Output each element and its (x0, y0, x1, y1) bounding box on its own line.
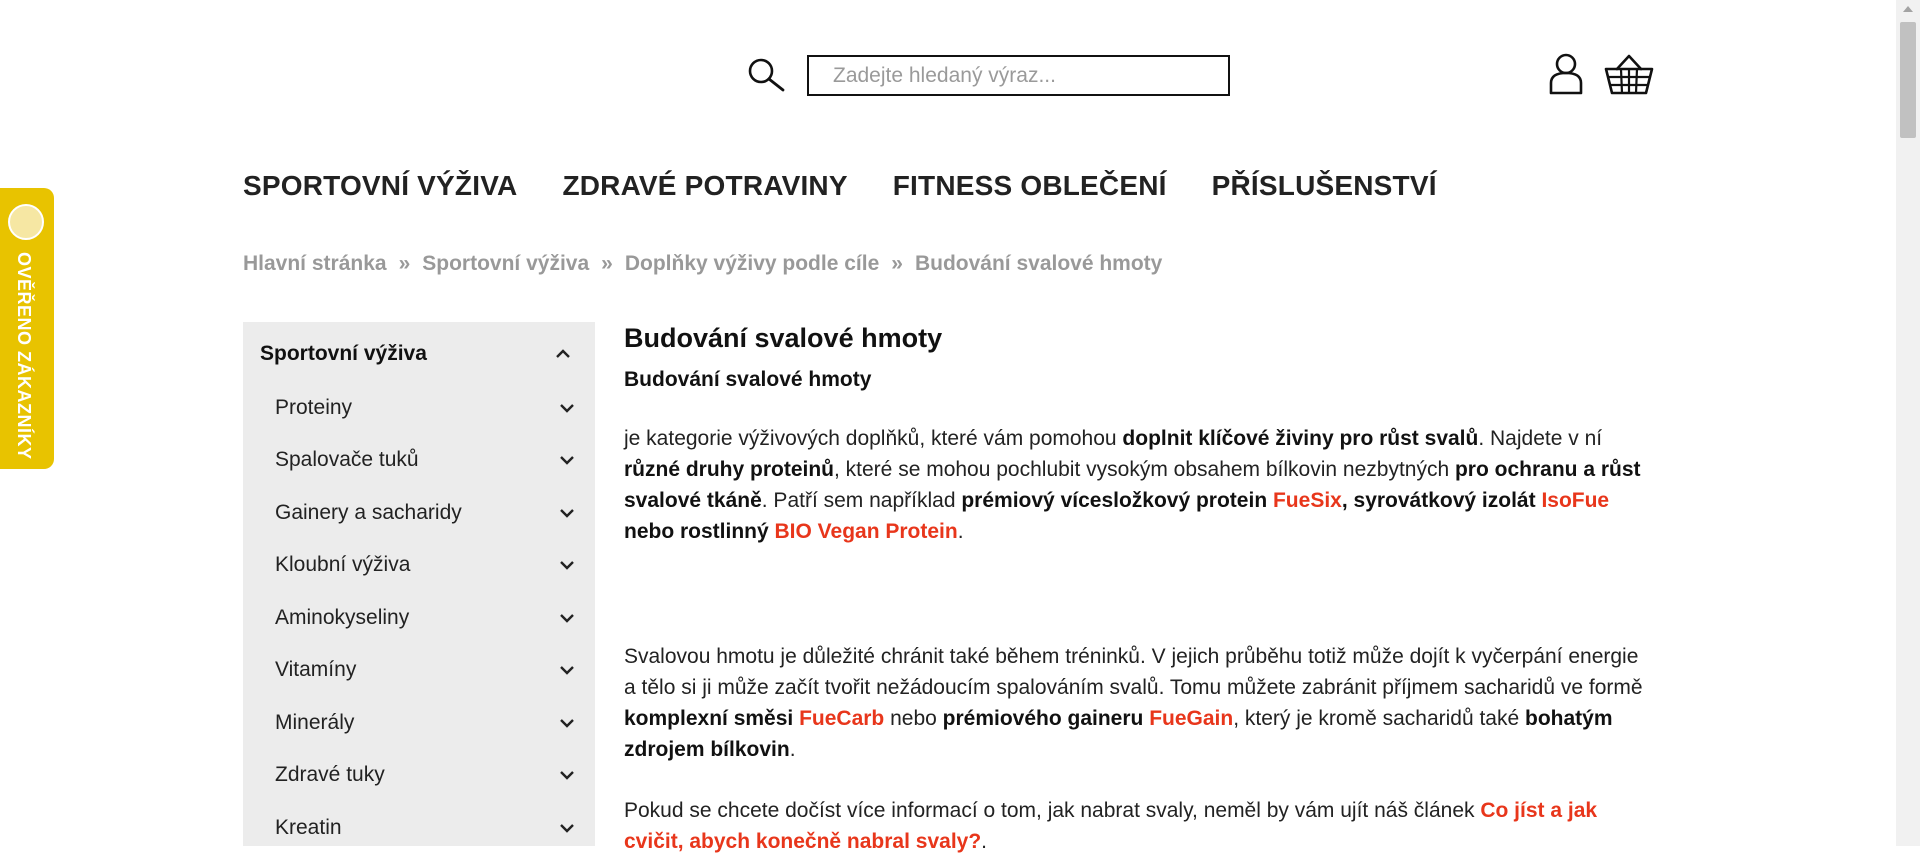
page-subtitle: Budování svalové hmoty (624, 368, 872, 391)
nav-zdrave-potraviny[interactable]: ZDRAVÉ POTRAVINY (562, 170, 847, 202)
sidebar-item-label: Proteiny (275, 396, 353, 419)
product-link-fuegain[interactable]: FueGain (1149, 707, 1233, 730)
bold-text: komplexní směsi (624, 707, 800, 730)
text: Svalovou hmotu je důležité chránit také … (624, 645, 1643, 699)
breadcrumb-sportovni-vyziva[interactable]: Sportovní výživa (422, 252, 589, 276)
breadcrumb-separator: » (398, 252, 411, 275)
bold-text: doplnit klíčové živiny pro růst svalů (1122, 427, 1479, 450)
verified-badge-icon (8, 204, 44, 240)
scroll-thumb[interactable] (1900, 22, 1916, 138)
sidebar-item-label: Minerály (275, 711, 355, 734)
sidebar-item-label: Aminokyseliny (275, 606, 410, 629)
search-box (807, 55, 1230, 96)
sidebar-heading[interactable]: Sportovní výživa (260, 342, 427, 366)
breadcrumb-separator: » (601, 252, 613, 275)
nav-fitness-obleceni[interactable]: FITNESS OBLEČENÍ (893, 170, 1167, 202)
cart-icon[interactable] (1604, 53, 1654, 95)
sidebar-item-label: Kloubní výživa (275, 553, 411, 576)
chevron-down-icon[interactable] (557, 398, 577, 418)
breadcrumb-separator: » (891, 252, 903, 275)
user-icon[interactable] (1547, 53, 1585, 95)
sidebar-item-gainery[interactable]: Gainery a sacharidy (275, 498, 575, 528)
chevron-down-icon[interactable] (557, 608, 577, 628)
text: . Patří sem například (761, 489, 962, 512)
text: . (981, 830, 988, 853)
nav-sportovni-vyziva[interactable]: SPORTOVNÍ VÝŽIVA (243, 170, 517, 202)
chevron-up-icon[interactable] (553, 344, 573, 364)
text: , které se mohou pochlubit vysokým obsah… (834, 458, 1455, 481)
sidebar-item-vitaminy[interactable]: Vitamíny (275, 655, 575, 685)
text: Pokud se chcete dočíst více informací o … (624, 799, 1481, 822)
sidebar-item-kreatin[interactable]: Kreatin (275, 813, 575, 843)
chevron-down-icon[interactable] (557, 555, 577, 575)
search-icon[interactable] (746, 56, 786, 96)
sidebar-item-label: Zdravé tuky (275, 763, 385, 786)
sidebar-item-label: Vitamíny (275, 658, 357, 681)
chevron-down-icon[interactable] (557, 450, 577, 470)
page-title: Budování svalové hmoty (624, 323, 943, 353)
sidebar-item-spalovace-tuku[interactable]: Spalovače tuků (275, 445, 575, 475)
breadcrumb-current[interactable]: Budování svalové hmoty (915, 252, 1162, 276)
main-nav: SPORTOVNÍ VÝŽIVA ZDRAVÉ POTRAVINY FITNES… (243, 170, 1482, 202)
sidebar-item-aminokyseliny[interactable]: Aminokyseliny (275, 603, 575, 633)
bold-text: prémiový vícesložkový protein (961, 489, 1273, 512)
text: , který je kromě sacharidů také (1233, 707, 1526, 730)
chevron-down-icon[interactable] (557, 765, 577, 785)
text: . (789, 738, 796, 761)
product-link-bio-vegan-protein[interactable]: BIO Vegan Protein (775, 520, 958, 543)
search-input[interactable] (831, 62, 1228, 89)
chevron-down-icon[interactable] (557, 818, 577, 838)
category-content: Budování svalové hmoty Budování svalové … (624, 320, 1654, 857)
sidebar-item-mineraly[interactable]: Minerály (275, 708, 575, 738)
bold-text: , syrovátkový izolát (1341, 489, 1542, 512)
sidebar-item-kloubni-vyziva[interactable]: Kloubní výživa (275, 550, 575, 580)
chevron-down-icon[interactable] (557, 660, 577, 680)
text: . Najdete v ní (1478, 427, 1603, 450)
bold-text: nebo rostlinný (624, 520, 775, 543)
intro-paragraph: je kategorie výživových doplňků, které v… (624, 423, 1654, 547)
bold-text: různé druhy proteinů (624, 458, 834, 481)
text: nebo (884, 707, 943, 730)
article-paragraph: Pokud se chcete dočíst více informací o … (624, 795, 1654, 857)
chevron-down-icon[interactable] (557, 503, 577, 523)
text: je kategorie výživových doplňků, které v… (624, 427, 1123, 450)
header (0, 0, 1896, 150)
training-paragraph: Svalovou hmotu je důležité chránit také … (624, 641, 1654, 765)
sidebar-item-proteiny[interactable]: Proteiny (275, 393, 575, 423)
category-sidebar: Sportovní výživa Proteiny Spalovače tuků… (243, 322, 595, 846)
breadcrumb-home[interactable]: Hlavní stránka (243, 252, 387, 276)
scrollbar[interactable] (1896, 0, 1920, 846)
sidebar-item-zdrave-tuky[interactable]: Zdravé tuky (275, 760, 575, 790)
scroll-up-arrow-icon[interactable] (1903, 6, 1913, 12)
text: . (957, 520, 964, 543)
nav-prislusenstvi[interactable]: PŘÍSLUŠENSTVÍ (1212, 170, 1437, 202)
product-link-fuecarb[interactable]: FueCarb (799, 707, 884, 730)
verified-customers-tab[interactable]: OVĚŘENO ZÁKAZNÍKY (0, 188, 54, 469)
bold-text: prémiového gaineru (942, 707, 1150, 730)
sidebar-item-label: Spalovače tuků (275, 448, 419, 471)
breadcrumb: Hlavní stránka » Sportovní výživa » Dopl… (243, 252, 1162, 276)
chevron-down-icon[interactable] (557, 713, 577, 733)
verified-label: OVĚŘENO ZÁKAZNÍKY (14, 252, 34, 460)
product-link-isofue[interactable]: IsoFue (1541, 489, 1609, 512)
sidebar-item-label: Gainery a sacharidy (275, 501, 462, 524)
sidebar-item-label: Kreatin (275, 816, 342, 839)
breadcrumb-doplnky[interactable]: Doplňky výživy podle cíle (625, 252, 879, 276)
product-link-fuesix[interactable]: FueSix (1273, 489, 1342, 512)
